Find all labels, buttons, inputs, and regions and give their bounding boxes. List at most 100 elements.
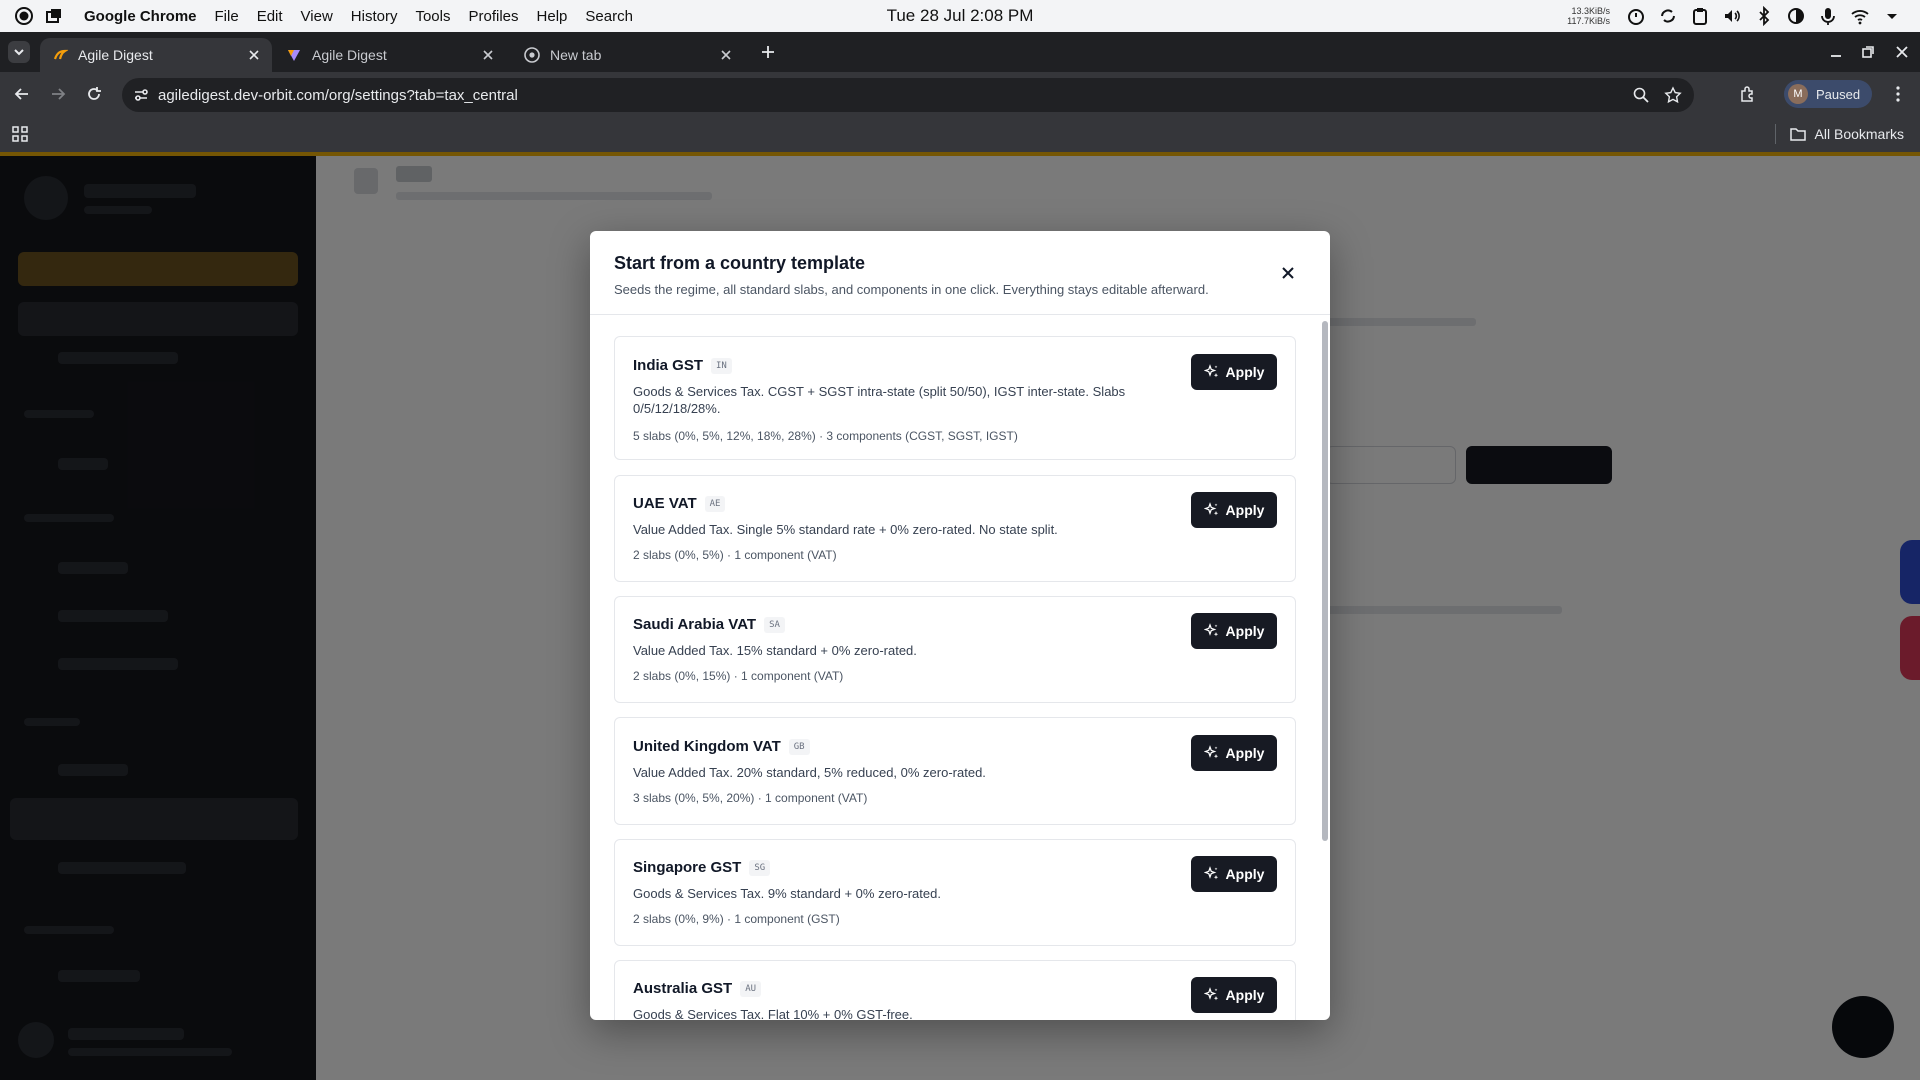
forward-arrow-icon[interactable] <box>48 84 68 104</box>
modal-scrollbar-thumb[interactable] <box>1322 321 1328 841</box>
sparkles-icon <box>1203 623 1218 637</box>
country-code-badge: SA <box>764 617 785 633</box>
all-bookmarks-label: All Bookmarks <box>1814 126 1904 142</box>
system-menu-chevron-icon[interactable] <box>1882 6 1902 26</box>
modal-header: Start from a country template Seeds the … <box>590 231 1330 315</box>
apply-label: Apply <box>1225 623 1265 639</box>
menu-tools[interactable]: Tools <box>415 8 450 25</box>
microphone-icon[interactable] <box>1818 6 1838 26</box>
menu-edit[interactable]: Edit <box>257 8 283 25</box>
tab-new-tab[interactable]: New tab <box>512 38 744 72</box>
tab-close-icon[interactable] <box>480 47 496 63</box>
bookmarks-separator <box>1775 124 1776 144</box>
bookmark-star-icon[interactable] <box>1664 86 1682 104</box>
menu-profiles[interactable]: Profiles <box>469 8 519 25</box>
template-meta: 2 slabs (0%, 9%) · 1 component (GST) <box>633 912 840 926</box>
sync-icon[interactable] <box>1658 6 1678 26</box>
template-name: Australia GST <box>633 980 733 997</box>
tab-title: Agile Digest <box>312 47 387 63</box>
template-name-row: India GST IN <box>633 357 732 374</box>
apply-label: Apply <box>1225 987 1265 1003</box>
profile-status: Paused <box>1816 86 1861 102</box>
country-code-badge: AU <box>740 981 762 997</box>
apply-australia-button[interactable]: Apply <box>1191 977 1277 1013</box>
apply-saudi-arabia-button[interactable]: Apply <box>1191 613 1277 649</box>
template-description: Goods & Services Tax. CGST + SGST intra-… <box>633 384 1126 416</box>
avatar: M <box>1788 84 1808 104</box>
window-restore-icon[interactable] <box>1860 44 1876 60</box>
menu-view[interactable]: View <box>301 8 333 25</box>
window-switcher-icon[interactable] <box>44 6 64 26</box>
url-text: agiledigest.dev-orbit.com/org/settings?t… <box>158 86 518 104</box>
template-list[interactable]: India GST IN Goods & Services Tax. CGST +… <box>590 315 1330 1020</box>
country-code-badge: IN <box>711 358 732 374</box>
clock[interactable]: Tue 28 Jul 2:08 PM <box>887 6 1034 26</box>
apply-india-button[interactable]: Apply <box>1191 354 1277 390</box>
template-description: Goods & Services Tax. Flat 10% + 0% GST-… <box>633 1007 913 1020</box>
agile-digest-favicon-icon <box>53 49 68 60</box>
tab-strip: Agile Digest Agile Digest New tab <box>0 32 1920 72</box>
apply-uae-button[interactable]: Apply <box>1191 492 1277 528</box>
app-name[interactable]: Google Chrome <box>84 8 197 25</box>
volume-icon[interactable] <box>1722 6 1742 26</box>
template-description: Value Added Tax. 20% standard, 5% reduce… <box>633 765 986 780</box>
template-meta: 3 slabs (0%, 5%, 20%) · 1 component (VAT… <box>633 791 868 805</box>
os-top-bar: Google Chrome File Edit View History Too… <box>0 0 1920 32</box>
tab-close-icon[interactable] <box>246 47 262 63</box>
apply-united-kingdom-button[interactable]: Apply <box>1191 735 1277 771</box>
menu-file[interactable]: File <box>215 8 239 25</box>
tab-agile-digest-2[interactable]: Agile Digest <box>274 38 506 72</box>
template-description: Value Added Tax. 15% standard + 0% zero-… <box>633 643 917 658</box>
template-meta: 2 slabs (0%, 15%) · 1 component (VAT) <box>633 669 844 683</box>
all-bookmarks-button[interactable]: All Bookmarks <box>1789 125 1904 143</box>
system-tray: 13.3KiB/s 117.7KiB/s <box>1567 0 1902 32</box>
address-bar[interactable]: agiledigest.dev-orbit.com/org/settings?t… <box>122 78 1694 112</box>
chrome-menu-kebab-icon[interactable] <box>1888 84 1908 104</box>
extensions-puzzle-icon[interactable] <box>1738 84 1758 104</box>
page-viewport: Start from a country template Seeds the … <box>0 152 1920 1080</box>
reload-icon[interactable] <box>84 84 104 104</box>
sparkles-icon <box>1203 364 1218 378</box>
template-meta: 5 slabs (0%, 5%, 12%, 18%, 28%) · 3 comp… <box>633 429 1018 443</box>
net-down: 117.7KiB/s <box>1567 16 1610 26</box>
template-name: India GST <box>633 357 704 374</box>
template-name: UAE VAT <box>633 495 697 512</box>
new-tab-plus-icon[interactable] <box>758 42 778 62</box>
wifi-icon[interactable] <box>1850 6 1870 26</box>
tab-close-icon[interactable] <box>718 47 734 63</box>
template-name-row: Saudi Arabia VAT SA <box>633 616 785 633</box>
tab-search-chevron-icon[interactable] <box>8 41 30 63</box>
template-meta: 2 slabs (0%, 5%) · 1 component (VAT) <box>633 548 837 562</box>
window-minimize-icon[interactable] <box>1828 44 1844 60</box>
template-name: United Kingdom VAT <box>633 738 781 755</box>
template-card-australia: Australia GST AU Goods & Services Tax. Fl… <box>614 960 1296 1020</box>
window-close-icon[interactable] <box>1894 44 1910 60</box>
country-template-modal: Start from a country template Seeds the … <box>590 231 1330 1020</box>
site-settings-icon[interactable] <box>132 86 150 104</box>
tab-title: New tab <box>550 47 602 63</box>
apply-singapore-button[interactable]: Apply <box>1191 856 1277 892</box>
apply-label: Apply <box>1225 866 1265 882</box>
activities-icon[interactable] <box>14 6 34 26</box>
apps-grid-icon[interactable] <box>10 124 30 144</box>
zoom-icon[interactable] <box>1632 86 1650 104</box>
menu-history[interactable]: History <box>351 8 398 25</box>
sparkles-icon <box>1203 987 1218 1001</box>
back-arrow-icon[interactable] <box>12 84 32 104</box>
browser-toolbar: agiledigest.dev-orbit.com/org/settings?t… <box>0 72 1920 116</box>
profile-button[interactable]: M Paused <box>1784 80 1873 108</box>
menu-search[interactable]: Search <box>585 8 633 25</box>
template-name-row: United Kingdom VAT GB <box>633 738 810 755</box>
template-description: Goods & Services Tax. 9% standard + 0% z… <box>633 886 941 901</box>
sparkles-icon <box>1203 866 1218 880</box>
brightness-icon[interactable] <box>1786 6 1806 26</box>
country-code-badge: SG <box>749 860 771 876</box>
country-code-badge: AE <box>704 496 726 512</box>
tab-agile-digest-1[interactable]: Agile Digest <box>40 38 272 72</box>
clipboard-icon[interactable] <box>1690 6 1710 26</box>
close-icon[interactable] <box>1278 263 1298 283</box>
menu-help[interactable]: Help <box>537 8 568 25</box>
country-code-badge: GB <box>788 739 810 755</box>
bluetooth-icon[interactable] <box>1754 6 1774 26</box>
timer-icon[interactable] <box>1626 6 1646 26</box>
